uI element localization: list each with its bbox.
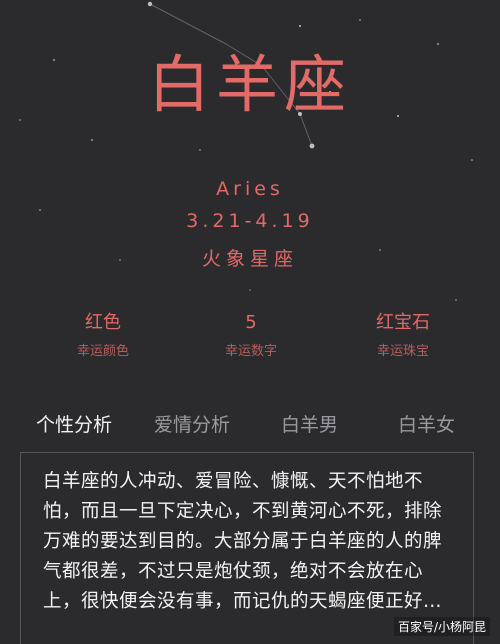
lucky-gem: 红宝石 幸运珠宝 (328, 310, 478, 362)
tab-personality[interactable]: 个性分析 (36, 410, 112, 437)
tab-aries-female[interactable]: 白羊女 (398, 410, 455, 437)
analysis-content: 白羊座的人冲动、爱冒险、慷慨、天不怕地不怕，而且一旦下定决心，不到黄河心不死，排… (20, 452, 474, 644)
lucky-color-value: 红色 (85, 312, 121, 333)
lucky-number-value: 5 (245, 312, 257, 333)
tab-aries-male[interactable]: 白羊男 (281, 410, 338, 437)
lucky-number-label: 幸运数字 (224, 344, 277, 359)
zodiac-title: 白羊座 (147, 48, 352, 121)
zodiac-date-range: 3.21-4.19 (186, 210, 314, 232)
analysis-text: 白羊座的人冲动、爱冒险、慷慨、天不怕地不怕，而且一旦下定决心，不到黄河心不死，排… (43, 471, 443, 612)
analysis-tabs: 个性分析 爱情分析 白羊男 白羊女 (0, 402, 500, 448)
tab-love[interactable]: 爱情分析 (154, 410, 230, 437)
lucky-gem-label: 幸运珠宝 (376, 344, 429, 359)
watermark: 百家号/小杨阿昆 (393, 617, 490, 636)
lucky-gem-value: 红宝石 (376, 312, 430, 333)
lucky-stats: 红色 幸运颜色 5 幸运数字 红宝石 幸运珠宝 (0, 310, 500, 370)
lucky-number: 5 幸运数字 (176, 310, 326, 362)
zodiac-english-name: Aries (216, 178, 284, 200)
zodiac-page: 白羊座 Aries 3.21-4.19 火象星座 红色 幸运颜色 5 幸运数字 … (0, 0, 500, 644)
lucky-color: 红色 幸运颜色 (28, 310, 178, 362)
lucky-color-label: 幸运颜色 (76, 344, 129, 359)
zodiac-element: 火象星座 (201, 248, 298, 270)
